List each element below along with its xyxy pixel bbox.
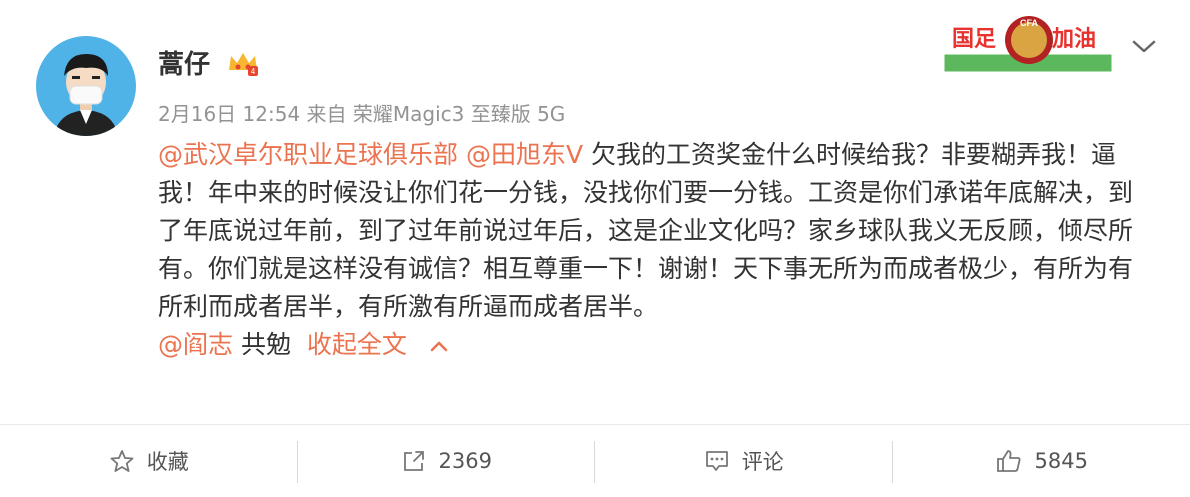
post-content: @武汉卓尔职业足球俱乐部 @田旭东V 欠我的工资奖金什么时候给我？非要糊弄我！逼…	[158, 136, 1148, 364]
star-icon	[109, 448, 135, 474]
chevron-up-icon[interactable]	[429, 339, 449, 353]
avatar-illustration	[36, 36, 136, 136]
comment-icon	[704, 448, 730, 474]
like-button[interactable]: 5845	[893, 425, 1190, 497]
post-meta: 2月16日 12:54 来自 荣耀Magic3 至臻版 5G	[158, 98, 565, 127]
mention-link[interactable]: @阎志	[158, 330, 233, 359]
avatar[interactable]	[36, 36, 136, 136]
mention-link[interactable]: @武汉卓尔职业足球俱乐部	[158, 140, 458, 169]
favorite-label: 收藏	[147, 446, 189, 476]
national-team-banner[interactable]: 国足 CFA 加油	[940, 4, 1116, 74]
comment-button[interactable]: 评论	[595, 425, 893, 497]
action-bar: 收藏 2369 评论 5845	[0, 424, 1190, 497]
banner-text-left: 国足	[952, 27, 996, 52]
repost-button[interactable]: 2369	[298, 425, 596, 497]
svg-text:4: 4	[251, 67, 256, 76]
banner-text-right: 加油	[1051, 27, 1096, 52]
repost-count: 2369	[439, 449, 492, 473]
chevron-down-icon[interactable]	[1130, 36, 1158, 56]
thumbs-up-icon	[995, 447, 1023, 475]
cfa-logo-text: CFA	[1020, 18, 1039, 28]
mention-link[interactable]: @田旭东V	[466, 140, 583, 169]
vip-crown-icon[interactable]: 4	[226, 48, 260, 78]
post-tail-text: 共勉	[233, 330, 291, 359]
like-count: 5845	[1035, 449, 1088, 473]
comment-label: 评论	[742, 446, 784, 476]
author-name[interactable]: 蒿仔	[158, 44, 210, 81]
collapse-link[interactable]: 收起全文	[307, 330, 407, 359]
share-icon	[401, 448, 427, 474]
favorite-button[interactable]: 收藏	[0, 425, 298, 497]
